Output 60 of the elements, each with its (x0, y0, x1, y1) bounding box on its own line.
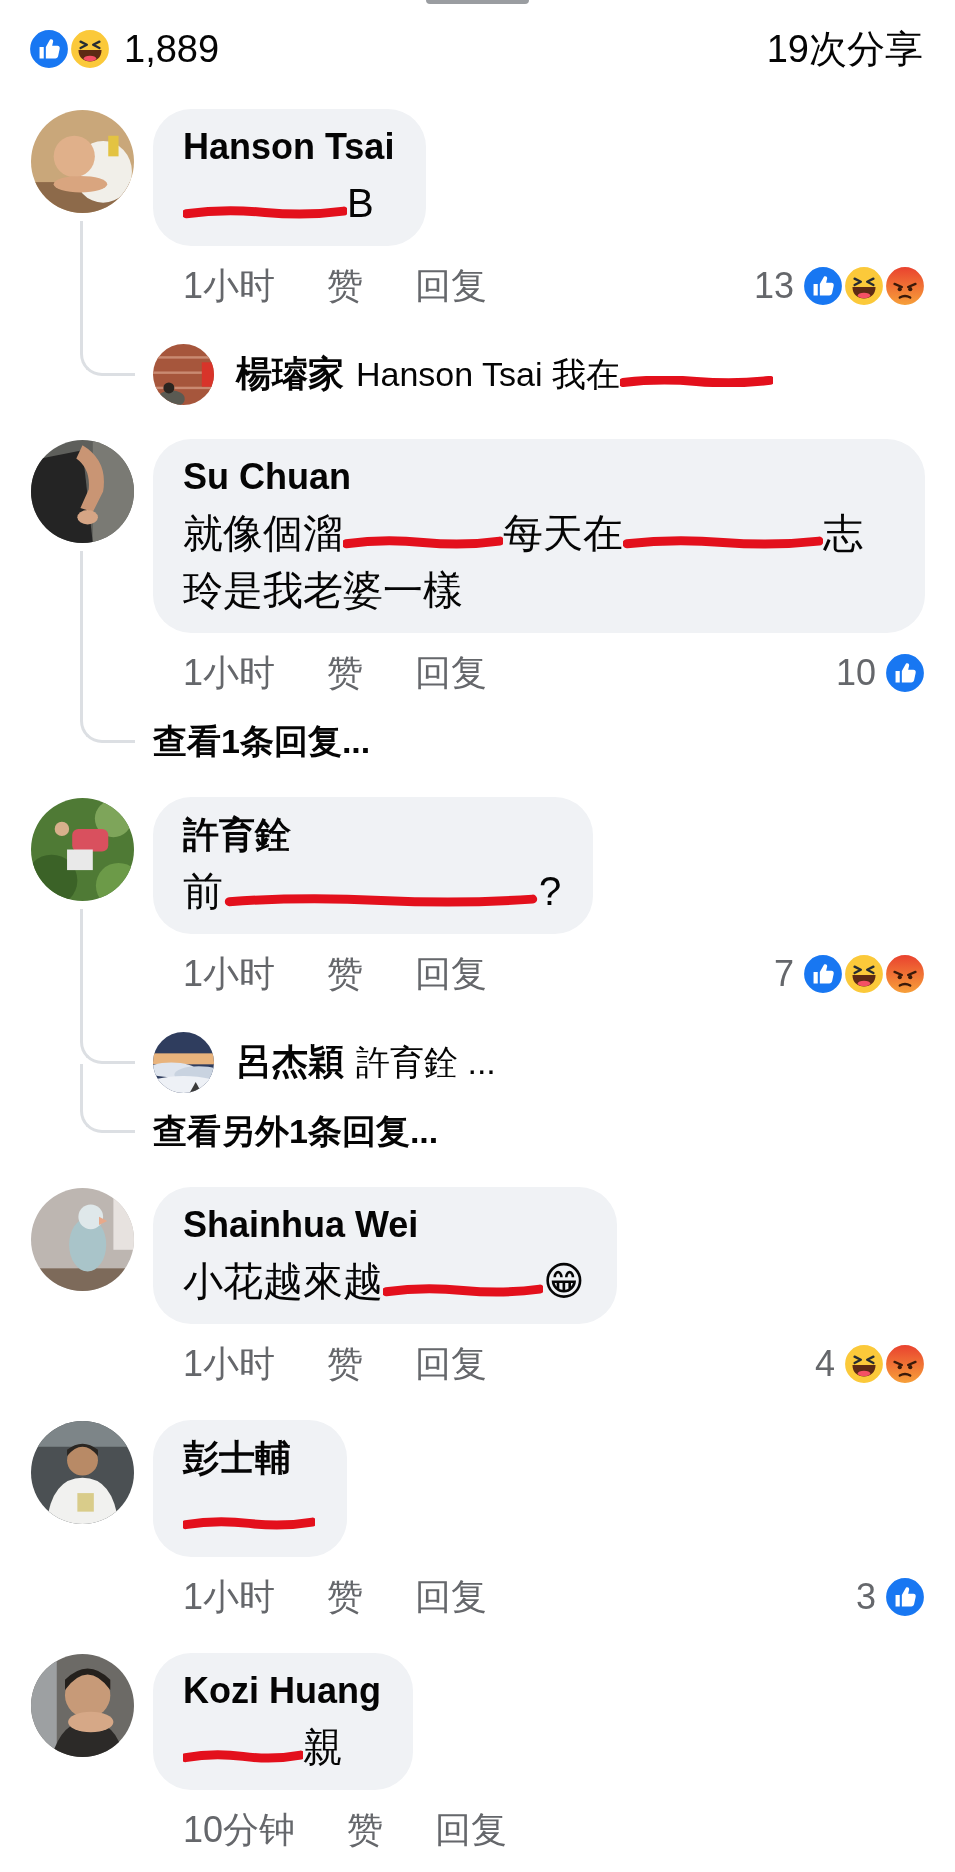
reaction-count[interactable]: 10 (835, 652, 876, 694)
laughing-face-icon (69, 28, 111, 70)
reply-link[interactable]: 回复 (415, 1339, 488, 1389)
author-name[interactable]: Shainhua Wei (183, 1197, 585, 1253)
like-link[interactable]: 赞 (327, 261, 364, 311)
reaction-count[interactable]: 4 (814, 1343, 835, 1385)
view-replies-link[interactable]: 查看另外1条回复... (153, 1109, 439, 1153)
reaction-count[interactable]: 13 (753, 265, 794, 307)
like-icon (802, 953, 844, 995)
author-name[interactable]: Kozi Huang (183, 1663, 381, 1719)
author-name[interactable]: 彭士輔 (183, 1430, 315, 1486)
laughing-face-icon (843, 953, 885, 995)
reply-link[interactable]: 回复 (415, 648, 488, 698)
comment-text: B (347, 181, 374, 225)
like-icon (802, 265, 844, 307)
author-name[interactable]: Su Chuan (183, 449, 893, 505)
reaction-count[interactable]: 3 (855, 1576, 876, 1618)
laughing-face-icon (843, 265, 885, 307)
laughing-face-icon (843, 1343, 885, 1385)
reply-text: Hanson Tsai 我在 (356, 354, 620, 393)
like-link[interactable]: 赞 (327, 1572, 364, 1622)
reply-link[interactable]: 回复 (415, 261, 488, 311)
like-icon (884, 652, 926, 694)
share-count[interactable]: 19次分享 (766, 23, 923, 75)
angry-face-icon (884, 953, 926, 995)
drag-handle[interactable] (426, 0, 529, 4)
like-link[interactable]: 赞 (347, 1805, 384, 1855)
comment-text: ? (539, 869, 562, 913)
angry-face-icon (884, 265, 926, 307)
comment-time: 1小时 (183, 1574, 276, 1619)
reply-link[interactable]: 回复 (415, 949, 488, 999)
view-replies-link[interactable]: 查看1条回复... (153, 719, 371, 763)
comment-text: 親 (303, 1725, 343, 1769)
comment-text: 😁 (543, 1259, 585, 1303)
author-name[interactable]: Hanson Tsai (183, 119, 395, 175)
comment-text: 前 (183, 869, 223, 913)
comment-time: 1小时 (183, 263, 276, 308)
like-link[interactable]: 赞 (327, 648, 364, 698)
reaction-count[interactable]: 7 (773, 953, 794, 995)
comment-text: 就像個溜 (183, 511, 343, 555)
reply-author-name[interactable]: 呂杰穎 (236, 1038, 344, 1087)
comment-time: 1小时 (183, 650, 276, 695)
like-icon (28, 28, 70, 70)
like-icon (884, 1576, 926, 1618)
like-link[interactable]: 赞 (327, 949, 364, 999)
comment-time: 10分钟 (183, 1807, 296, 1852)
comment-text: 每天在 (503, 511, 623, 555)
comment-text: 志 (823, 511, 863, 555)
author-name[interactable]: 許育銓 (183, 807, 562, 863)
reaction-count[interactable]: 1,889 (124, 27, 220, 71)
reply-author-name[interactable]: 楊璿家 (236, 350, 344, 399)
comment-time: 1小时 (183, 951, 276, 996)
reply-link[interactable]: 回复 (415, 1572, 488, 1622)
reply-text: 許育銓 ... (356, 1042, 496, 1081)
comment-text: 小花越來越 (183, 1259, 383, 1303)
comment-time: 1小时 (183, 1341, 276, 1386)
comment-text: 玲是我老婆一樣 (183, 568, 463, 612)
angry-face-icon (884, 1343, 926, 1385)
reply-link[interactable]: 回复 (435, 1805, 508, 1855)
like-link[interactable]: 赞 (327, 1339, 364, 1389)
